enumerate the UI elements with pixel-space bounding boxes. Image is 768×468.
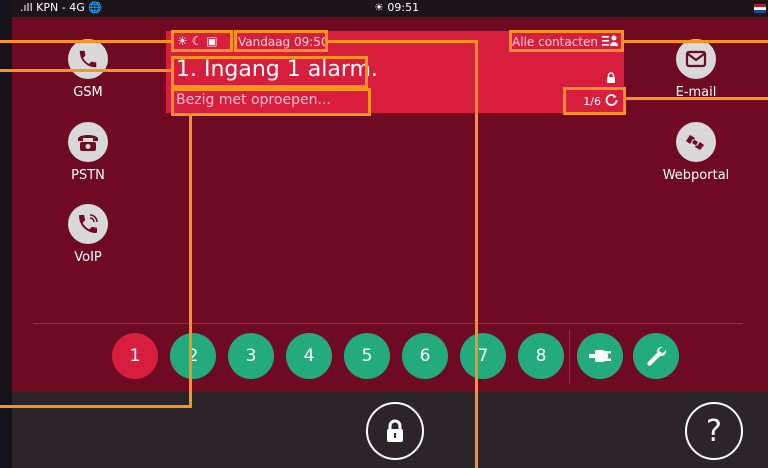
channel-pstn[interactable]: PSTN [48,122,128,183]
annotation-line [0,40,171,43]
annotation-box-schedule-icons [171,30,233,52]
channel-voip[interactable]: VoIP [48,204,128,265]
lock-button[interactable] [366,402,424,460]
channel-voip-label: VoIP [74,250,102,265]
power-plug-button[interactable] [577,333,623,379]
input-button-6[interactable]: 6 [402,333,448,379]
status-center: ☀ 09:51 [374,1,419,14]
clock-label: 09:51 [387,1,420,14]
input-button-8[interactable]: 8 [518,333,564,379]
wrench-icon [647,346,667,366]
annotation-line [328,40,478,43]
screen: .ıll KPN - 4G 🌐 ☀ 09:51 GSM PSTN VoIP E-… [0,0,768,468]
mail-icon [676,39,716,79]
annotation-line [624,40,768,43]
settings-button[interactable] [633,333,679,379]
input-button-4[interactable]: 4 [286,333,332,379]
channel-pstn-label: PSTN [71,168,105,183]
lock-icon [606,68,616,87]
annotation-line [0,69,171,72]
webportal-icon [676,122,716,162]
annotation-line [189,116,192,408]
help-button[interactable]: ? [685,402,743,460]
annotation-line [475,40,478,468]
globe-icon: 🌐 [88,1,102,14]
phone-icon [68,39,108,79]
input-button-2[interactable]: 2 [170,333,216,379]
input-button-5[interactable]: 5 [344,333,390,379]
channel-webportal[interactable]: Webportal [656,122,736,183]
voip-phone-icon [68,204,108,244]
channel-email[interactable]: E-mail [656,39,736,100]
annotation-line [626,97,768,100]
padlock-icon [387,419,403,442]
input-button-7[interactable]: 7 [460,333,506,379]
power-plug-icon [589,350,611,362]
input-button-1[interactable]: 1 [112,333,158,379]
status-bar: .ıll KPN - 4G 🌐 ☀ 09:51 [12,0,768,17]
channel-gsm-label: GSM [73,85,103,100]
annotation-box-date [234,30,328,52]
channel-webportal-label: Webportal [662,168,730,183]
sun-icon: ☀ [374,1,384,14]
annotation-box-contacts [509,30,624,52]
flag-nl-icon [754,4,766,13]
annotation-line [0,405,192,408]
status-left: .ıll KPN - 4G 🌐 [20,1,102,14]
row-divider [33,323,743,324]
annotation-box-title [171,56,368,88]
annotation-box-counter [563,87,626,115]
carrier-label: KPN - 4G [36,1,85,14]
input-button-3[interactable]: 3 [228,333,274,379]
annotation-box-subtitle [171,88,371,116]
signal-icon: .ıll [20,1,33,14]
landline-phone-icon [68,122,108,162]
button-divider [569,330,570,384]
